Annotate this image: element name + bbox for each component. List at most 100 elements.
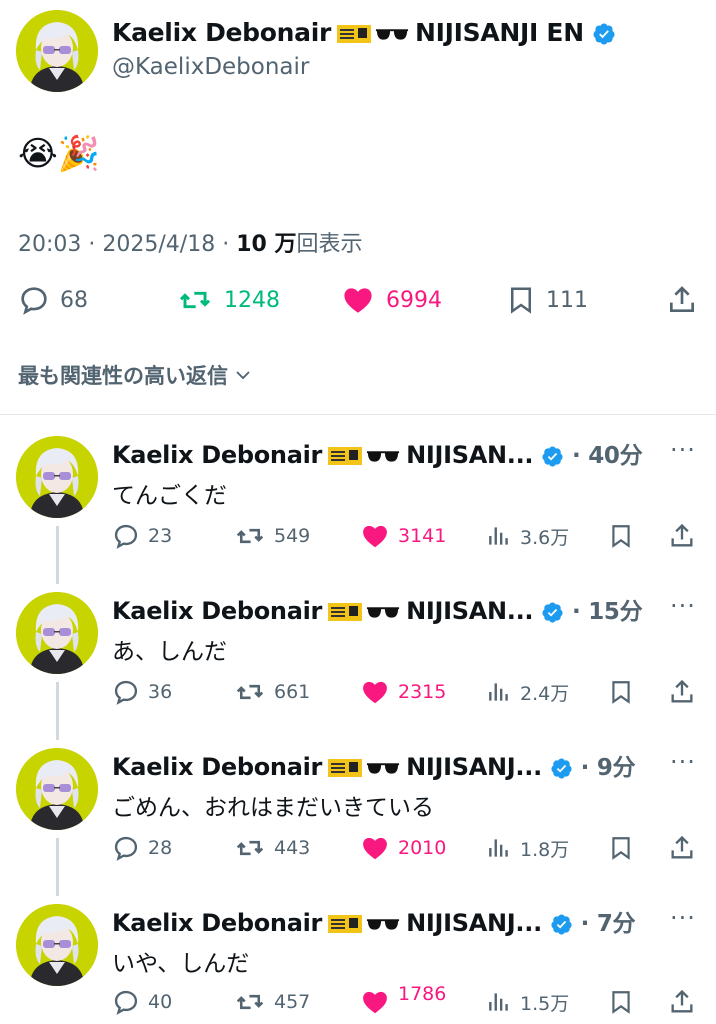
retweet-button[interactable]: 549: [234, 522, 310, 550]
tweet-date[interactable]: 2025/4/18: [102, 232, 215, 257]
tweet-body: 😭🎉: [18, 134, 101, 174]
retweet-icon: [179, 291, 211, 309]
like-count: 1786: [398, 983, 447, 1005]
reply-icon: [114, 990, 138, 1015]
chevron-down-icon: [236, 371, 250, 380]
like-button[interactable]: 2010: [360, 834, 446, 862]
retweet-button[interactable]: 661: [234, 678, 310, 706]
verified-badge-icon: [550, 757, 573, 780]
reply-icon: [114, 680, 138, 705]
avatar[interactable]: [16, 904, 98, 986]
reply-sort-dropdown[interactable]: 最も関連性の高い返信: [18, 360, 252, 390]
reply-count: 40: [148, 991, 173, 1013]
like-button[interactable]: 1786: [360, 983, 446, 1016]
sunglasses-icon: [366, 760, 400, 776]
reply-author-suffix: NIJISANJ...: [406, 753, 542, 781]
avatar[interactable]: [16, 592, 98, 674]
reply-button[interactable]: 36: [112, 678, 172, 706]
avatar[interactable]: [16, 748, 98, 830]
reply-icon: [114, 524, 138, 549]
display-name-text: Kaelix Debonair: [112, 18, 332, 47]
sunglasses-icon: [375, 26, 409, 42]
share-button[interactable]: [668, 522, 696, 550]
concert-ticket-icon: [328, 447, 363, 465]
retweet-button[interactable]: 443: [234, 834, 310, 862]
bookmark-button[interactable]: 111: [506, 284, 588, 316]
bookmark-button[interactable]: [608, 988, 634, 1016]
reply-author[interactable]: Kaelix Debonair NIJISANJ... · 9分: [112, 748, 636, 782]
reply-time[interactable]: 15分: [588, 599, 642, 625]
retweet-button[interactable]: 457: [234, 988, 310, 1016]
reply-button[interactable]: 28: [112, 834, 172, 862]
reply-button[interactable]: 40: [112, 988, 172, 1016]
views-chart-icon: [489, 527, 508, 545]
like-button[interactable]: 6994: [340, 284, 442, 316]
retweet-button[interactable]: 1248: [176, 284, 280, 316]
share-button[interactable]: [668, 988, 696, 1016]
reply-author-name: Kaelix Debonair: [112, 597, 323, 625]
bookmark-icon: [612, 991, 630, 1014]
more-options-icon[interactable]: ···: [670, 904, 696, 932]
retweet-icon: [236, 840, 264, 856]
reply-text: ごめん、おれはまだいきている: [112, 795, 434, 821]
reply-sort-label: 最も関連性の高い返信: [18, 364, 228, 388]
bookmark-button[interactable]: [608, 522, 634, 550]
tweet-time[interactable]: 20:03: [18, 232, 81, 257]
more-options-icon[interactable]: ···: [670, 748, 696, 776]
verified-badge-icon: [541, 601, 564, 624]
reply-author[interactable]: Kaelix Debonair NIJISANJ... · 7分: [112, 904, 636, 938]
handle[interactable]: @KaelixDebonair: [112, 54, 309, 80]
concert-ticket-icon: [328, 759, 363, 777]
more-options-icon[interactable]: ···: [670, 592, 696, 620]
reply-count: 23: [148, 525, 173, 547]
bookmark-icon: [511, 287, 531, 314]
reply-item[interactable]: Kaelix Debonair NIJISANJ... · 7分 ··· いや、し…: [0, 898, 716, 1024]
like-button[interactable]: 3141: [360, 522, 446, 550]
reply-time[interactable]: 7分: [597, 911, 636, 937]
view-count: 1.5万: [520, 992, 570, 1015]
reply-text: いや、しんだ: [112, 951, 250, 977]
retweet-count: 549: [274, 525, 311, 547]
reply-author-suffix: NIJISAN...: [406, 597, 534, 625]
reply-button[interactable]: 23: [112, 522, 172, 550]
like-count: 2315: [398, 681, 447, 703]
reply-count: 28: [148, 837, 173, 859]
reply-item[interactable]: Kaelix Debonair NIJISANJ... · 9分 ··· ごめん、…: [0, 742, 716, 892]
heart-icon: [363, 837, 387, 860]
share-button[interactable]: [668, 678, 696, 706]
retweet-icon: [236, 994, 264, 1010]
reply-author[interactable]: Kaelix Debonair NIJISAN... · 40分: [112, 436, 643, 470]
reply-item[interactable]: Kaelix Debonair NIJISAN... · 15分 ··· あ、しん…: [0, 586, 716, 736]
verified-badge-icon: [541, 445, 564, 468]
more-options-icon[interactable]: ···: [670, 436, 696, 464]
views-chart-icon: [489, 993, 508, 1011]
like-button[interactable]: 2315: [360, 678, 446, 706]
view-count-suffix: 回表示: [296, 232, 363, 257]
retweet-icon: [236, 528, 264, 544]
avatar[interactable]: [16, 10, 98, 92]
reply-author[interactable]: Kaelix Debonair NIJISAN... · 15分: [112, 592, 643, 626]
reply-author-suffix: NIJISAN...: [406, 441, 534, 469]
views-button[interactable]: 1.8万: [486, 834, 569, 862]
reply-time[interactable]: 40分: [588, 443, 642, 469]
reply-count: 36: [148, 681, 173, 703]
avatar-image: [16, 748, 98, 830]
views-button[interactable]: 2.4万: [486, 678, 569, 706]
share-icon: [671, 523, 693, 547]
reply-icon: [21, 287, 47, 315]
reply-time[interactable]: 9分: [597, 755, 636, 781]
reply-item[interactable]: Kaelix Debonair NIJISAN... · 40分 ··· てんごく…: [0, 430, 716, 580]
bookmark-button[interactable]: [608, 834, 634, 862]
avatar[interactable]: [16, 436, 98, 518]
views-button[interactable]: 1.5万: [486, 988, 569, 1016]
display-name[interactable]: Kaelix Debonair NIJISANJI EN: [112, 18, 616, 47]
views-button[interactable]: 3.6万: [486, 522, 569, 550]
bookmark-icon: [612, 525, 630, 548]
concert-ticket-icon: [337, 25, 372, 43]
reply-button[interactable]: 68: [18, 284, 88, 316]
share-button[interactable]: [668, 834, 696, 862]
avatar-image: [16, 592, 98, 674]
share-button[interactable]: [666, 284, 698, 316]
bookmark-button[interactable]: [608, 678, 634, 706]
view-count: 1.8万: [520, 838, 570, 861]
